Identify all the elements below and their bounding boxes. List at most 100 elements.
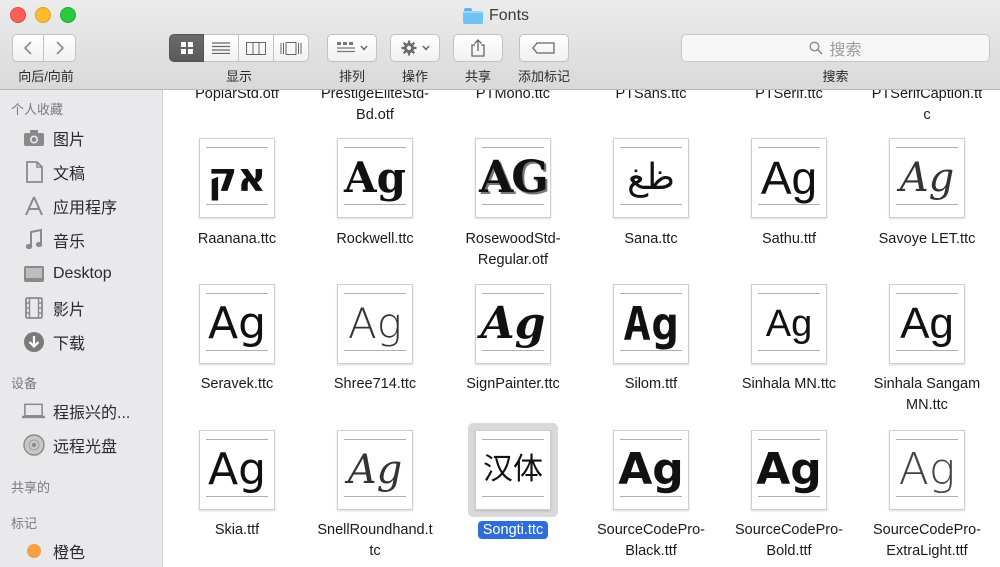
font-preview-glyph: AG <box>479 152 549 203</box>
action-label: 操作 <box>401 69 428 84</box>
chevron-down-icon <box>421 45 430 51</box>
font-preview-thumbnail: Ag <box>751 284 827 364</box>
sidebar-item-label: 下载 <box>53 336 86 353</box>
font-preview-glyph: Ag <box>348 299 402 348</box>
sidebar-item-movies[interactable]: 影片 <box>22 294 85 322</box>
file-name: SnellRoundhand.t <box>317 522 433 538</box>
file-item[interactable]: Ag Sinhala MN.ttc <box>720 284 858 414</box>
file-item[interactable]: PoplarStd.otf <box>168 90 306 105</box>
font-preview-thumbnail: Ag <box>889 284 965 364</box>
file-name: PTMono.ttc <box>475 90 551 102</box>
font-preview-glyph: Ag <box>756 444 822 495</box>
view-button-group <box>169 34 309 62</box>
file-name: Savoye LET.ttc <box>878 231 976 247</box>
file-item[interactable]: Ag Savoye LET.ttc <box>858 138 996 268</box>
close-window-button[interactable] <box>10 7 26 23</box>
search-placeholder: 搜索 <box>829 42 862 59</box>
chevron-down-icon <box>359 45 368 51</box>
font-preview-glyph: Ag <box>898 444 956 495</box>
sidebar-item-label: 远程光盘 <box>53 439 118 456</box>
minimize-window-button[interactable] <box>35 7 51 23</box>
action-button[interactable] <box>390 34 440 62</box>
sidebar-item-desktop[interactable]: Desktop <box>22 260 112 288</box>
font-preview-thumbnail: AG <box>475 138 551 218</box>
sidebar-item-downloads[interactable]: 下载 <box>22 328 85 356</box>
file-name: Seravek.ttc <box>200 376 274 392</box>
gallery-view-button[interactable] <box>274 34 309 62</box>
file-item[interactable]: Ag Seravek.ttc <box>168 284 306 414</box>
add-tag-button[interactable] <box>519 34 569 62</box>
font-preview-thumbnail: Ag <box>337 284 413 364</box>
orange-tag-dot-icon <box>22 540 45 562</box>
file-item[interactable]: Ag SignPainter.ttc <box>444 284 582 414</box>
file-name: Rockwell.ttc <box>336 231 414 247</box>
share-icon <box>471 39 485 57</box>
font-preview-thumbnail: Ag <box>613 430 689 510</box>
file-item[interactable]: Ag SnellRoundhand.t tc <box>306 430 444 567</box>
sidebar-item-macbook[interactable]: 程振兴的... <box>22 397 130 425</box>
toolbar: Fonts 向后/向前 显示 排列 操作 共享 添加标记 搜索 搜索 <box>0 0 1000 90</box>
file-item[interactable]: Ag Silom.ttf <box>582 284 720 414</box>
search-input[interactable]: 搜索 <box>681 34 990 62</box>
file-item[interactable]: PTSerif.ttc <box>720 90 858 105</box>
sidebar-item-applications[interactable]: 应用程序 <box>22 192 117 220</box>
sidebar-item-documents[interactable]: 文稿 <box>22 158 85 186</box>
file-item[interactable]: Ag Rockwell.ttc <box>306 138 444 268</box>
file-item[interactable]: אק Raanana.ttc <box>168 138 306 268</box>
window-title: Fonts <box>463 5 529 27</box>
back-button[interactable] <box>12 34 44 62</box>
laptop-icon <box>22 400 45 422</box>
window-title-text: Fonts <box>489 7 530 24</box>
file-item[interactable]: Ag Shree714.ttc <box>306 284 444 414</box>
sidebar-item-label: 橙色 <box>53 545 86 562</box>
zoom-window-button[interactable] <box>60 7 76 23</box>
font-preview-glyph: 汉体 <box>483 452 543 487</box>
font-preview-thumbnail: Ag <box>889 430 965 510</box>
font-preview-thumbnail: ظغ <box>613 138 689 218</box>
font-preview-glyph: Ag <box>899 155 955 201</box>
file-name: SourceCodePro- <box>597 522 705 538</box>
list-icon <box>212 42 230 54</box>
sidebar-item-remote-disc[interactable]: 远程光盘 <box>22 431 117 459</box>
column-view-button[interactable] <box>239 34 274 62</box>
font-preview-glyph: Ag <box>207 298 267 349</box>
file-item[interactable]: AG RosewoodStd- Regular.otf <box>444 138 582 268</box>
sidebar-item-label: 应用程序 <box>53 200 118 217</box>
sidebar-item-music[interactable]: 音乐 <box>22 226 85 254</box>
tag-group <box>519 34 569 62</box>
file-item[interactable]: Ag SourceCodePro- Black.ttf <box>582 430 720 567</box>
file-name: PoplarStd.otf <box>195 90 279 102</box>
arrange-button[interactable] <box>327 34 377 62</box>
file-item[interactable]: Ag Sinhala Sangam MN.ttc <box>858 284 996 414</box>
file-item[interactable]: Ag Sathu.ttf <box>720 138 858 268</box>
file-item[interactable]: PTSans.ttc <box>582 90 720 105</box>
font-preview-thumbnail: Ag <box>337 138 413 218</box>
file-item[interactable]: ظغ Sana.ttc <box>582 138 720 268</box>
file-item[interactable]: PTMono.ttc <box>444 90 582 105</box>
music-icon <box>22 229 45 251</box>
file-item[interactable]: Ag SourceCodePro- ExtraLight.ttf <box>858 430 996 567</box>
file-name: Raanana.ttc <box>197 231 277 247</box>
font-preview-thumbnail: אק <box>199 138 275 218</box>
file-name: SignPainter.ttc <box>466 376 560 392</box>
forward-button[interactable] <box>44 34 76 62</box>
file-item[interactable]: PTSerifCaption.tt c <box>858 90 996 126</box>
action-group <box>390 34 440 62</box>
file-name: PTSerifCaption.tt <box>871 90 983 102</box>
file-item[interactable]: Ag SourceCodePro- Bold.ttf <box>720 430 858 567</box>
file-name: SourceCodePro- <box>873 522 981 538</box>
file-name: Sinhala MN.ttc <box>741 376 837 392</box>
list-view-button[interactable] <box>204 34 239 62</box>
sidebar-item-tag-orange[interactable]: 橙色 <box>22 537 85 565</box>
file-item-selected[interactable]: 汉体 Songti.ttc <box>444 423 582 567</box>
file-name: Sinhala Sangam <box>873 376 981 392</box>
favorites-header: 个人收藏 <box>11 102 64 117</box>
sidebar-item-pictures[interactable]: 图片 <box>22 124 85 152</box>
nav-button-group <box>12 34 76 62</box>
file-item[interactable]: PrestigeEliteStd- Bd.otf <box>306 90 444 126</box>
icon-view-button[interactable] <box>169 34 204 62</box>
font-preview-thumbnail: 汉体 <box>475 430 551 510</box>
file-item[interactable]: Ag Skia.ttf <box>168 430 306 567</box>
tag-label: 添加标记 <box>517 69 570 84</box>
share-button[interactable] <box>453 34 503 62</box>
